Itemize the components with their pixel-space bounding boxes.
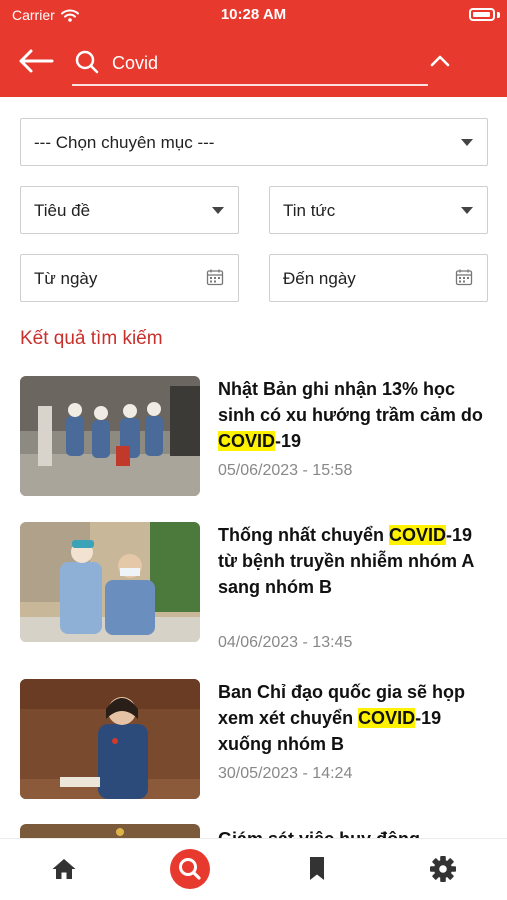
- from-date-label: Từ ngày: [34, 269, 98, 288]
- field-select-label: Tiêu đề: [34, 201, 91, 220]
- news-item[interactable]: Nhật Bản ghi nhận 13% học sinh có xu hướ…: [20, 376, 490, 498]
- to-date-field[interactable]: Đến ngày: [269, 254, 488, 302]
- nav-bookmarks[interactable]: [297, 849, 337, 889]
- nav-search[interactable]: [170, 849, 210, 889]
- news-thumbnail[interactable]: [20, 376, 200, 496]
- status-bar: Carrier 10:28 AM: [0, 0, 507, 30]
- news-item[interactable]: Giám sát việc huy động: [20, 824, 490, 838]
- back-arrow-icon[interactable]: [16, 46, 56, 76]
- category-select-label: --- Chọn chuyên mục ---: [34, 133, 215, 152]
- search-input[interactable]: [112, 47, 412, 79]
- bookmark-icon: [310, 857, 324, 880]
- news-title[interactable]: Giám sát việc huy động: [218, 826, 490, 838]
- keyword-highlight: COVID: [358, 708, 416, 728]
- news-thumbnail[interactable]: [20, 679, 200, 799]
- category-select[interactable]: --- Chọn chuyên mục ---: [20, 118, 488, 166]
- calendar-icon: [455, 269, 473, 286]
- news-date: 30/05/2023 - 14:24: [218, 765, 353, 782]
- news-title[interactable]: Thống nhất chuyển COVID-19 từ bệnh truyề…: [218, 522, 490, 600]
- nav-settings[interactable]: [423, 849, 463, 889]
- news-item[interactable]: Ban Chỉ đạo quốc gia sẽ họp xem xét chuy…: [20, 679, 490, 801]
- to-date-label: Đến ngày: [283, 269, 356, 288]
- caret-down-icon: [461, 139, 473, 146]
- battery-cap: [497, 12, 500, 18]
- search-icon: [75, 50, 99, 74]
- caret-down-icon: [212, 207, 224, 214]
- search-bar: [72, 44, 428, 86]
- news-item[interactable]: Thống nhất chuyển COVID-19 từ bệnh truyề…: [20, 522, 490, 651]
- news-date: 05/06/2023 - 15:58: [218, 462, 353, 479]
- calendar-icon: [206, 269, 224, 286]
- results-heading: Kết quả tìm kiếm: [20, 328, 163, 349]
- battery-icon: [469, 8, 495, 21]
- news-date: 04/06/2023 - 13:45: [218, 634, 353, 651]
- news-thumbnail[interactable]: [20, 522, 200, 642]
- home-icon: [52, 859, 76, 879]
- type-select[interactable]: Tin tức: [269, 186, 488, 234]
- type-select-label: Tin tức: [283, 201, 336, 220]
- field-select[interactable]: Tiêu đề: [20, 186, 239, 234]
- keyword-highlight: COVID: [218, 431, 276, 451]
- clock: 10:28 AM: [220, 6, 287, 23]
- keyword-highlight: COVID: [389, 525, 447, 545]
- search-icon: [170, 849, 210, 889]
- news-title[interactable]: Ban Chỉ đạo quốc gia sẽ họp xem xét chuy…: [218, 679, 490, 757]
- chevron-up-icon[interactable]: [427, 50, 453, 72]
- news-title[interactable]: Nhật Bản ghi nhận 13% học sinh có xu hướ…: [218, 376, 490, 454]
- nav-home[interactable]: [44, 849, 84, 889]
- news-thumbnail[interactable]: [20, 824, 200, 838]
- gear-icon: [430, 856, 456, 882]
- app-header: Carrier 10:28 AM: [0, 0, 507, 97]
- caret-down-icon: [461, 207, 473, 214]
- bottom-navigation: [0, 838, 507, 900]
- from-date-field[interactable]: Từ ngày: [20, 254, 239, 302]
